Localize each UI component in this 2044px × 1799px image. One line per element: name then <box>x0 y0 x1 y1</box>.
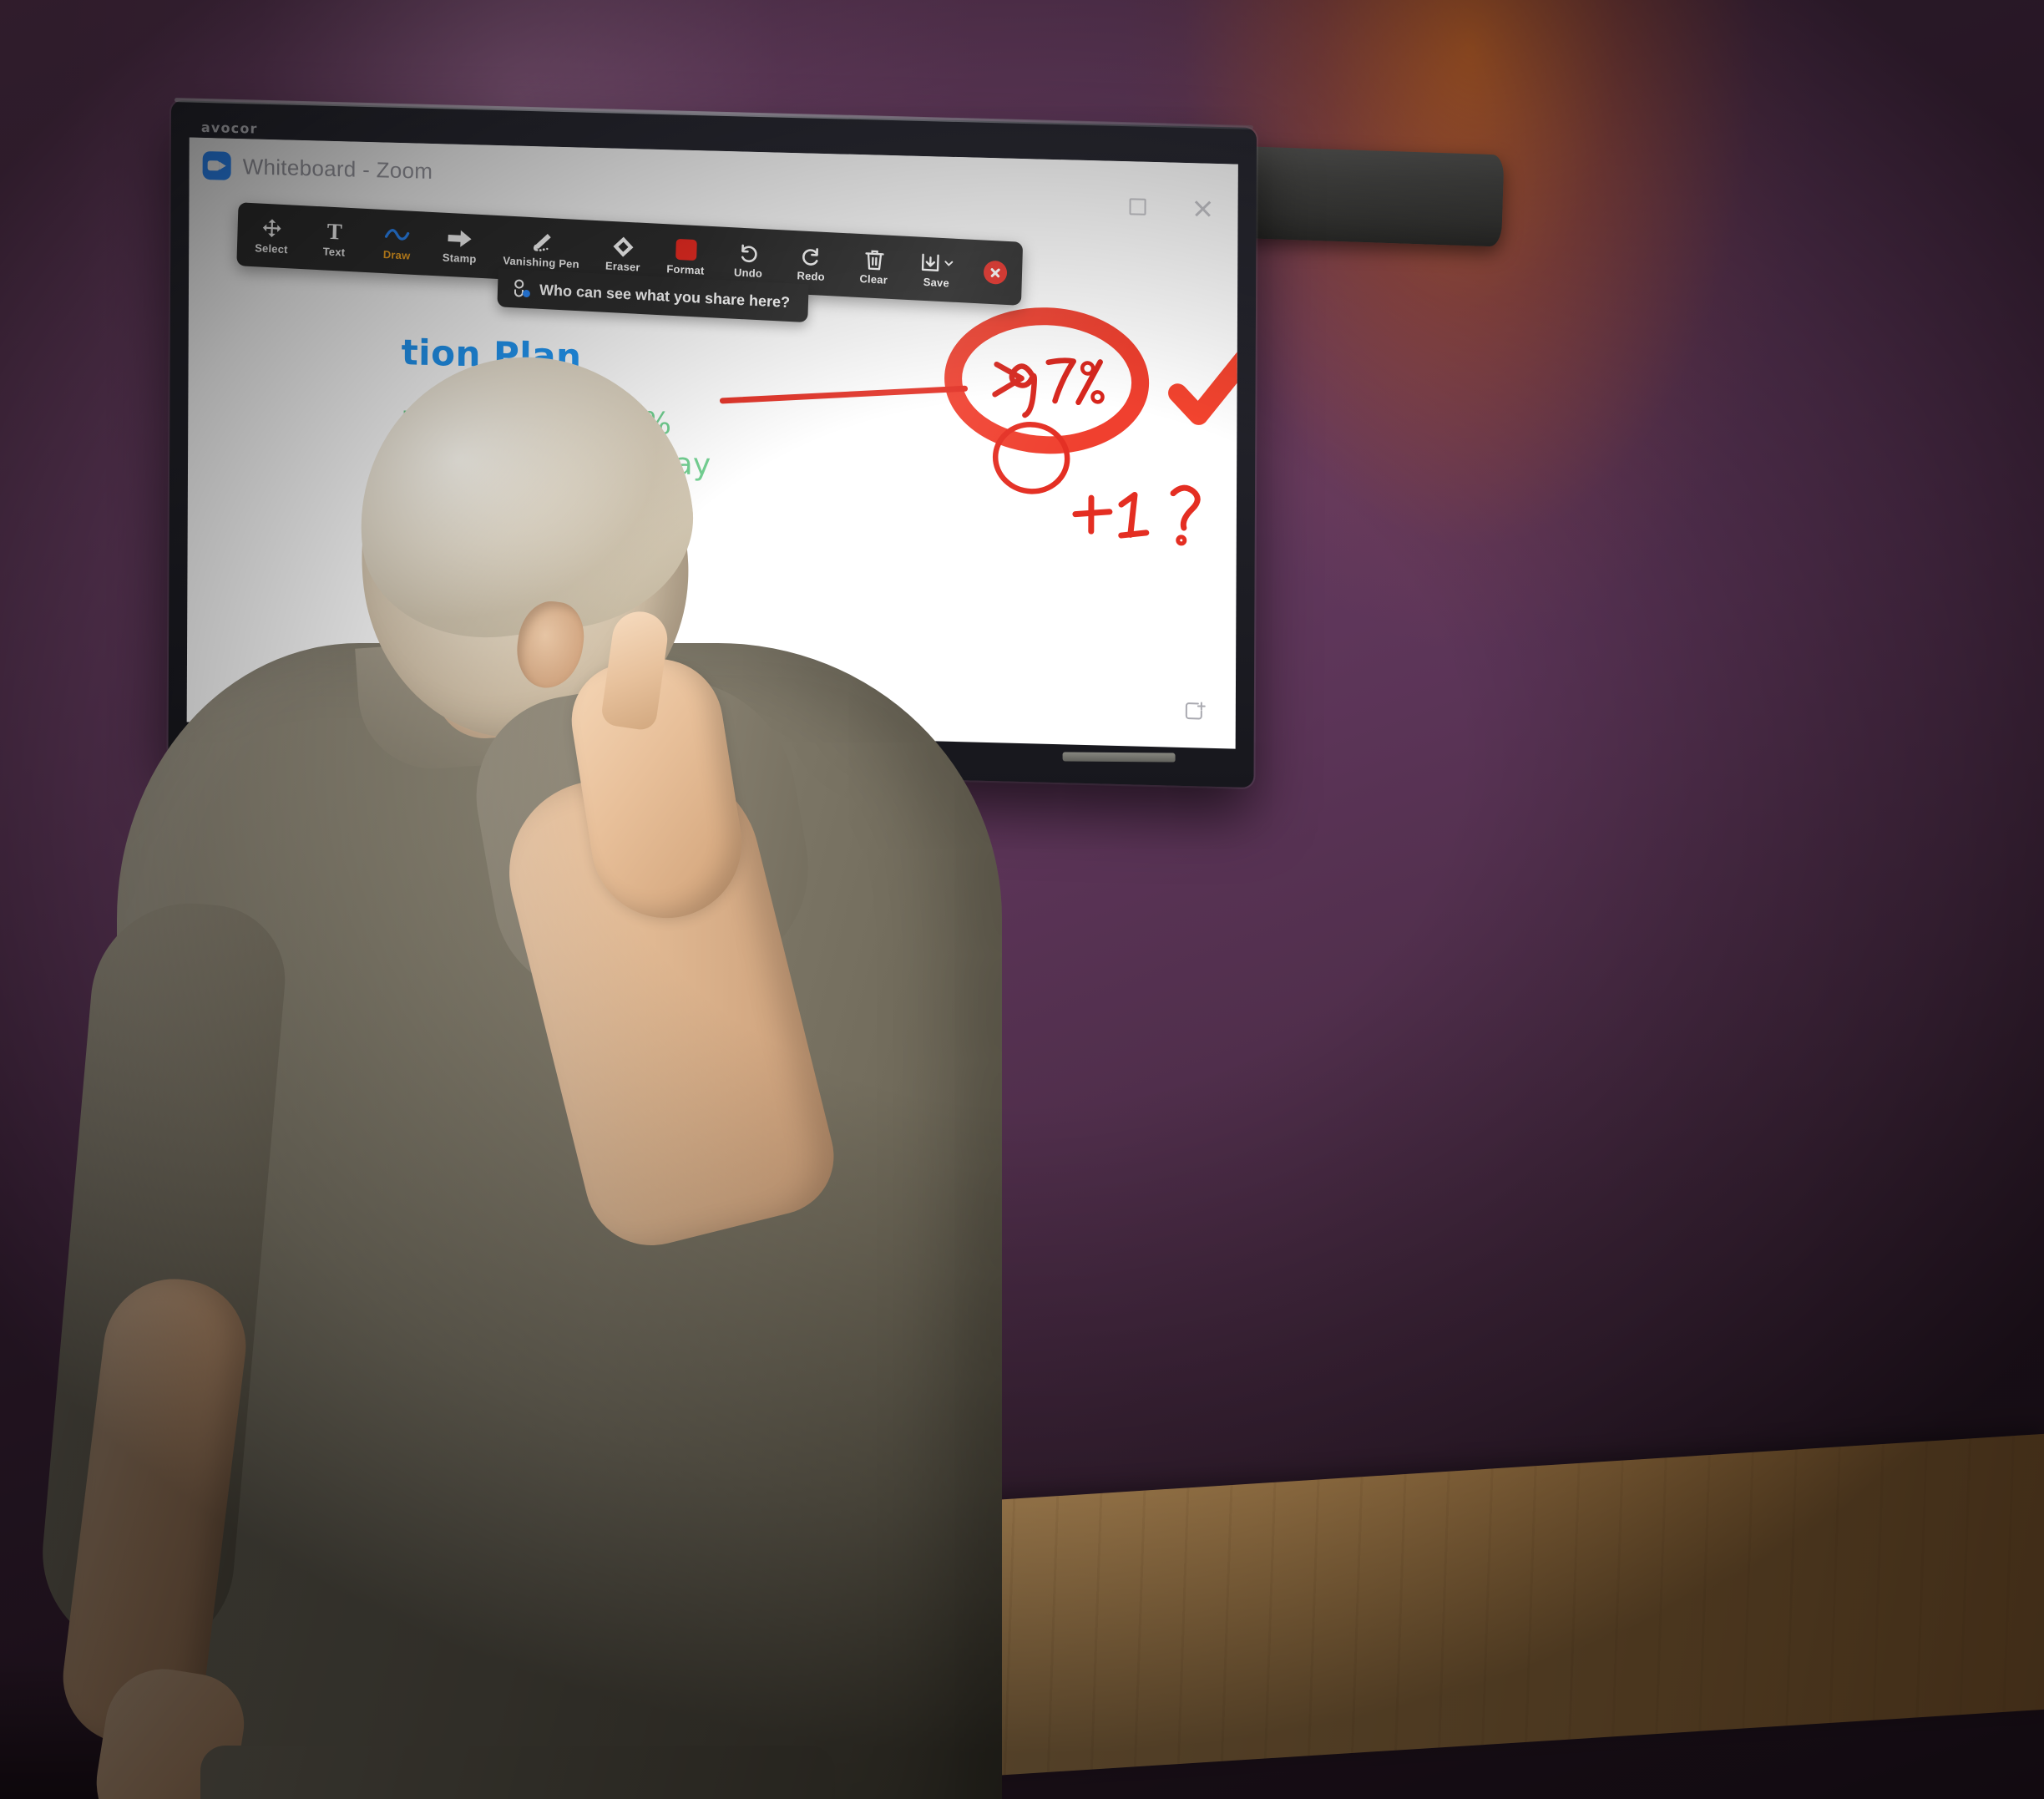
undo-arrow-icon <box>737 241 760 265</box>
text-t-icon: T <box>326 218 343 245</box>
tool-clear[interactable]: Clear <box>854 246 893 286</box>
tool-stamp-label: Stamp <box>442 251 477 266</box>
move-arrows-icon <box>261 216 283 241</box>
tool-select-label: Select <box>254 241 288 256</box>
avocor-brand-logo: avocor <box>200 119 258 137</box>
squiggle-icon <box>384 223 410 247</box>
chevron-down-icon <box>944 260 954 266</box>
tool-vanishing-pen-label: Vanishing Pen <box>503 253 580 271</box>
circled-target-note-ellipse <box>944 307 1150 454</box>
pencil-dots-icon <box>529 230 554 254</box>
tool-undo[interactable]: Undo <box>729 241 768 280</box>
tool-format[interactable]: Format <box>666 237 706 276</box>
toolbar-close-button[interactable] <box>979 260 1008 285</box>
eraser-diamond-icon <box>612 234 635 258</box>
presenter-person <box>34 337 1152 1799</box>
arrow-right-icon <box>448 226 473 250</box>
red-square-icon <box>675 237 697 261</box>
tool-format-label: Format <box>666 261 705 277</box>
tool-stamp[interactable]: Stamp <box>440 226 479 265</box>
tool-redo-label: Redo <box>797 268 826 283</box>
handwritten-97-percent <box>992 357 1105 418</box>
new-page-plus-icon[interactable] <box>1184 701 1206 723</box>
download-icon <box>920 250 954 275</box>
approval-checkmark-stroke <box>1168 322 1238 425</box>
tool-eraser-label: Eraser <box>605 259 640 274</box>
tool-eraser[interactable]: Eraser <box>604 234 643 273</box>
person-share-icon <box>513 279 531 298</box>
tool-undo-label: Undo <box>733 265 763 280</box>
tool-select[interactable]: Select <box>252 216 291 256</box>
share-visibility-text: Who can see what you share here? <box>539 281 791 311</box>
tool-redo[interactable]: Redo <box>792 243 831 282</box>
tool-save-label: Save <box>923 275 950 289</box>
presenter-shorts <box>200 1746 835 1799</box>
tool-clear-label: Clear <box>859 271 888 286</box>
tool-text[interactable]: T Text <box>315 218 354 259</box>
tool-draw-label: Draw <box>382 247 411 262</box>
redo-arrow-icon <box>800 244 822 268</box>
strikethrough-96-line <box>719 385 969 404</box>
red-circle-x-icon <box>983 260 1008 285</box>
tool-text-label: Text <box>322 244 346 259</box>
tool-vanishing-pen[interactable]: Vanishing Pen <box>503 229 580 271</box>
trash-icon <box>864 247 885 271</box>
tool-save[interactable]: Save <box>917 250 956 289</box>
tool-draw[interactable]: Draw <box>377 222 417 261</box>
